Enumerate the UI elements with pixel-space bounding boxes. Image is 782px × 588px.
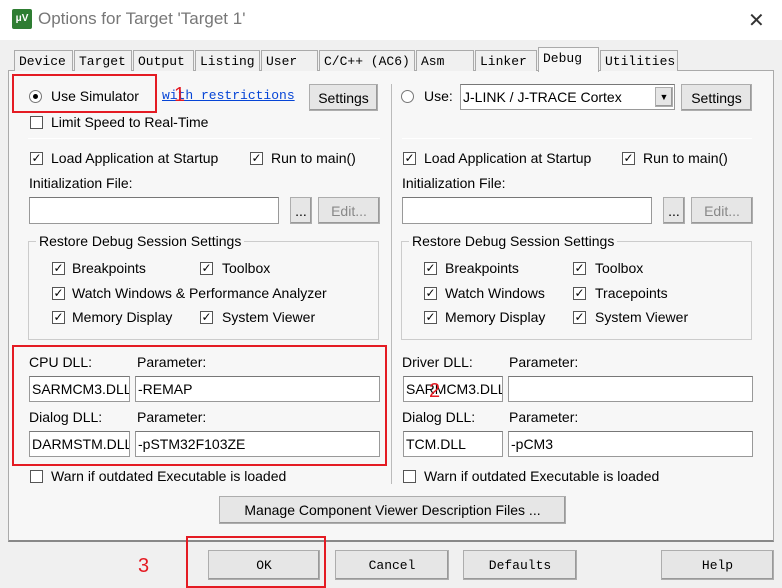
init-file-label-right: Initialization File: xyxy=(402,175,506,191)
toolbox-label: Toolbox xyxy=(222,260,271,276)
watch-label: Watch Windows & Performance Analyzer xyxy=(72,285,327,301)
tab-user[interactable]: User xyxy=(261,50,318,71)
annotation-number-1: 1 xyxy=(174,84,186,106)
help-button[interactable]: Help xyxy=(661,550,774,580)
limit-speed-checkbox[interactable] xyxy=(30,116,43,129)
close-icon[interactable]: ✕ xyxy=(748,8,765,33)
load-app-checkbox[interactable]: ✓ xyxy=(30,152,43,165)
run-to-main-label-right: Run to main() xyxy=(643,150,728,166)
use-driver-radio[interactable] xyxy=(401,90,414,103)
run-to-main-label: Run to main() xyxy=(271,150,356,166)
dialog-dll-input-right[interactable]: TCM.DLL xyxy=(403,431,503,457)
use-label: Use: xyxy=(424,88,453,104)
annotation-box-3 xyxy=(186,536,326,588)
toolbox-checkbox[interactable]: ✓ xyxy=(200,262,213,275)
run-to-main-checkbox-right[interactable]: ✓ xyxy=(622,152,635,165)
breakpoints-checkbox-right[interactable]: ✓ xyxy=(424,262,437,275)
breakpoints-checkbox[interactable]: ✓ xyxy=(52,262,65,275)
breakpoints-label: Breakpoints xyxy=(72,260,146,276)
annotation-box-1 xyxy=(12,74,157,113)
divider xyxy=(391,84,392,484)
restore-group-title: Restore Debug Session Settings xyxy=(36,233,245,249)
tab-linker[interactable]: Linker xyxy=(475,50,537,71)
driver-dll-label: Driver DLL: xyxy=(402,354,473,370)
driver-param-input[interactable] xyxy=(508,376,753,402)
dialog-param-input-right[interactable]: -pCM3 xyxy=(508,431,753,457)
simulator-settings-button[interactable]: Settings xyxy=(309,84,378,111)
driver-settings-button[interactable]: Settings xyxy=(681,84,752,111)
init-file-input[interactable] xyxy=(29,197,279,224)
window-title: Options for Target 'Target 1' xyxy=(38,9,246,28)
load-app-checkbox-right[interactable]: ✓ xyxy=(403,152,416,165)
memory-label-right: Memory Display xyxy=(445,309,546,325)
warn-checkbox[interactable] xyxy=(30,470,43,483)
annotation-number-3: 3 xyxy=(138,555,150,577)
watch-checkbox[interactable]: ✓ xyxy=(52,287,65,300)
separator xyxy=(402,138,752,139)
warn-checkbox-right[interactable] xyxy=(403,470,416,483)
sysviewer-checkbox[interactable]: ✓ xyxy=(200,311,213,324)
dialog-param-label-right: Parameter: xyxy=(509,409,579,425)
edit-button-right[interactable]: Edit... xyxy=(691,197,753,224)
memory-checkbox-right[interactable]: ✓ xyxy=(424,311,437,324)
cancel-button[interactable]: Cancel xyxy=(335,550,449,580)
chevron-down-icon[interactable]: ▼ xyxy=(655,87,673,107)
init-file-label: Initialization File: xyxy=(29,175,133,191)
tab-device[interactable]: Device xyxy=(14,50,73,71)
watch-label-right: Watch Windows xyxy=(445,285,545,301)
tab-target[interactable]: Target xyxy=(74,50,132,71)
tab-cpp[interactable]: C/C++ (AC6) xyxy=(319,50,415,71)
toolbox-label-right: Toolbox xyxy=(595,260,644,276)
tab-listing[interactable]: Listing xyxy=(195,50,260,71)
driver-dll-input[interactable]: SARMCM3.DLL xyxy=(403,376,503,402)
watch-checkbox-right[interactable]: ✓ xyxy=(424,287,437,300)
load-app-label: Load Application at Startup xyxy=(51,150,219,166)
sysviewer-checkbox-right[interactable]: ✓ xyxy=(573,311,586,324)
tab-debug[interactable]: Debug xyxy=(538,47,599,72)
init-file-input-right[interactable] xyxy=(402,197,652,224)
tab-output[interactable]: Output xyxy=(133,50,194,71)
browse-button[interactable]: ... xyxy=(290,197,312,224)
load-app-label-right: Load Application at Startup xyxy=(424,150,592,166)
dialog-dll-label-right: Dialog DLL: xyxy=(402,409,476,425)
keil-uvision-icon: μV xyxy=(12,9,32,29)
breakpoints-label-right: Breakpoints xyxy=(445,260,519,276)
restore-group-title-right: Restore Debug Session Settings xyxy=(409,233,618,249)
toolbox-checkbox-right[interactable]: ✓ xyxy=(573,262,586,275)
defaults-button[interactable]: Defaults xyxy=(463,550,577,580)
driver-select[interactable]: J-LINK / J-TRACE Cortex xyxy=(460,84,675,110)
memory-label: Memory Display xyxy=(72,309,173,325)
edit-button[interactable]: Edit... xyxy=(318,197,380,224)
tab-utilities[interactable]: Utilities xyxy=(600,50,678,71)
tracepoints-checkbox[interactable]: ✓ xyxy=(573,287,586,300)
run-to-main-checkbox[interactable]: ✓ xyxy=(250,152,263,165)
driver-select-value: J-LINK / J-TRACE Cortex xyxy=(463,89,622,105)
annotation-number-2: 2 xyxy=(429,380,441,402)
tab-asm[interactable]: Asm xyxy=(416,50,474,71)
browse-button-right[interactable]: ... xyxy=(663,197,685,224)
sysviewer-label: System Viewer xyxy=(222,309,316,325)
warn-label: Warn if outdated Executable is loaded xyxy=(51,468,287,484)
manage-component-viewer-button[interactable]: Manage Component Viewer Description File… xyxy=(219,496,566,524)
annotation-box-2 xyxy=(12,345,387,466)
warn-label-right: Warn if outdated Executable is loaded xyxy=(424,468,660,484)
memory-checkbox[interactable]: ✓ xyxy=(52,311,65,324)
sysviewer-label-right: System Viewer xyxy=(595,309,689,325)
limit-speed-label: Limit Speed to Real-Time xyxy=(51,114,209,130)
driver-param-label: Parameter: xyxy=(509,354,579,370)
tracepoints-label: Tracepoints xyxy=(595,285,668,301)
separator xyxy=(28,138,380,139)
